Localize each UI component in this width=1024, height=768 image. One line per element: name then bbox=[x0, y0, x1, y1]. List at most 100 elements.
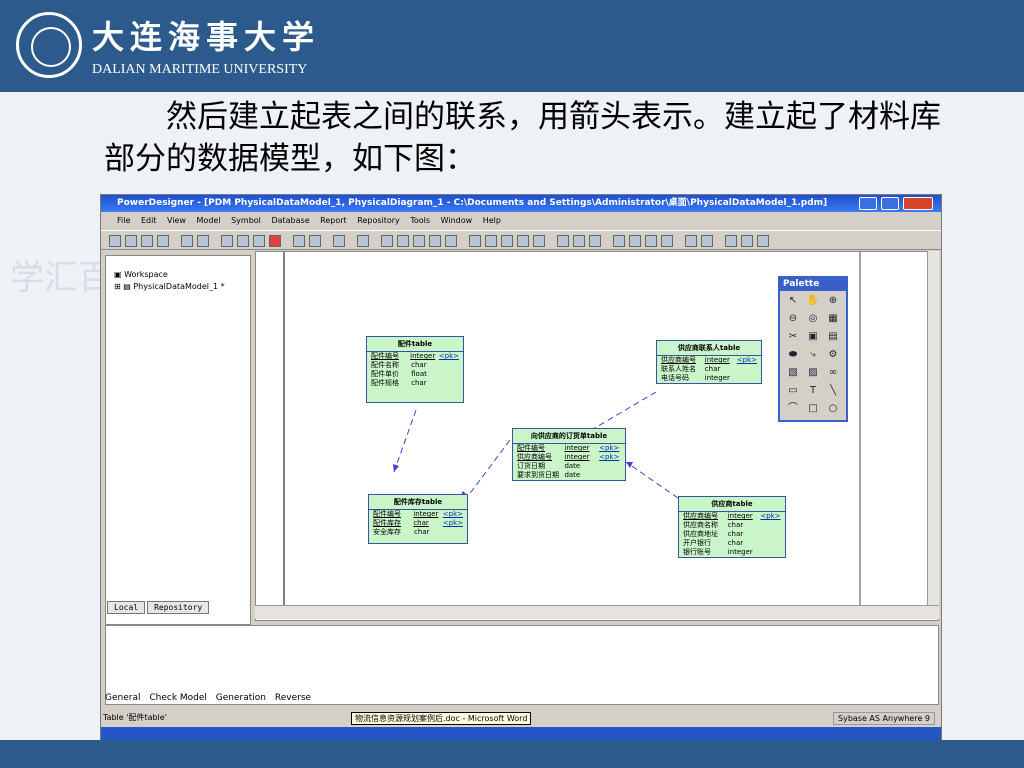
check-model-icon[interactable] bbox=[357, 235, 369, 247]
view-icon[interactable] bbox=[469, 235, 481, 247]
table-t5[interactable]: 供应商table 供应商编号 integer <pk> 供应商名称 char 供应商地… bbox=[678, 496, 786, 558]
hand-icon[interactable]: ✋ bbox=[806, 294, 820, 308]
zoom-out-icon[interactable]: ⊖ bbox=[786, 312, 800, 326]
redo-icon[interactable] bbox=[309, 235, 321, 247]
tree-workspace[interactable]: ▣ Workspace bbox=[114, 270, 168, 279]
package-icon[interactable]: ▣ bbox=[806, 330, 820, 344]
edit-icon[interactable] bbox=[381, 235, 393, 247]
undo-icon[interactable] bbox=[293, 235, 305, 247]
ellipse-icon[interactable]: ○ bbox=[826, 402, 840, 416]
table-row: 供应商地址 char bbox=[683, 530, 744, 538]
layout2-icon[interactable] bbox=[629, 235, 641, 247]
tab-generation[interactable]: Generation bbox=[216, 693, 266, 703]
palette-title: Palette bbox=[780, 278, 846, 291]
diagram-canvas[interactable]: 配件table 配件编号 integer <pk> 配件名称 char 配件单价 flo… bbox=[255, 251, 939, 621]
menu-report[interactable]: Report bbox=[320, 216, 347, 225]
window1-icon[interactable] bbox=[685, 235, 697, 247]
menu-window[interactable]: Window bbox=[441, 216, 473, 225]
view-icon[interactable]: ⬬ bbox=[786, 348, 800, 362]
text-icon[interactable] bbox=[485, 235, 497, 247]
delete-icon[interactable] bbox=[269, 235, 281, 247]
refresh-icon[interactable] bbox=[589, 235, 601, 247]
tab-check-model[interactable]: Check Model bbox=[149, 693, 207, 703]
procedure-icon[interactable]: ⚙ bbox=[826, 348, 840, 362]
vertical-scrollbar[interactable] bbox=[927, 251, 939, 605]
pen-icon[interactable] bbox=[501, 235, 513, 247]
fill-icon[interactable] bbox=[517, 235, 529, 247]
copy-icon[interactable] bbox=[237, 235, 249, 247]
menu-symbol[interactable]: Symbol bbox=[231, 216, 261, 225]
open-icon[interactable] bbox=[125, 235, 137, 247]
table-t2[interactable]: 供应商联系人table 供应商编号 integer <pk> 联系人姓名 char 电… bbox=[656, 340, 762, 384]
new-icon[interactable] bbox=[109, 235, 121, 247]
tab-general[interactable]: General bbox=[105, 693, 140, 703]
menu-model[interactable]: Model bbox=[197, 216, 221, 225]
window-titlebar[interactable]: PowerDesigner - [PDM PhysicalDataModel_1… bbox=[101, 195, 941, 212]
save-icon[interactable] bbox=[141, 235, 153, 247]
table-icon[interactable]: ▤ bbox=[826, 330, 840, 344]
cut-icon[interactable] bbox=[221, 235, 233, 247]
file-icon[interactable]: ▧ bbox=[786, 366, 800, 380]
window5-icon[interactable] bbox=[757, 235, 769, 247]
menu-help[interactable]: Help bbox=[483, 216, 501, 225]
taskbar[interactable] bbox=[101, 727, 941, 741]
pointer-icon[interactable]: ↖ bbox=[786, 294, 800, 308]
maximize-button[interactable] bbox=[881, 197, 899, 210]
layout3-icon[interactable] bbox=[645, 235, 657, 247]
table-icon[interactable] bbox=[397, 235, 409, 247]
tree-model[interactable]: ⊞ ▤ PhysicalDataModel_1 * bbox=[114, 282, 225, 291]
zoom-in-icon[interactable] bbox=[557, 235, 569, 247]
paste-icon[interactable] bbox=[253, 235, 265, 247]
horizontal-scrollbar[interactable] bbox=[255, 605, 939, 619]
rectangle-icon[interactable]: □ bbox=[806, 402, 820, 416]
menu-database[interactable]: Database bbox=[271, 216, 309, 225]
layout4-icon[interactable] bbox=[661, 235, 673, 247]
menu-repository[interactable]: Repository bbox=[357, 216, 400, 225]
table-t3[interactable]: 向供应商的订货单table 配件编号 integer <pk> 供应商编号 integ… bbox=[512, 428, 626, 481]
zoom-out-icon[interactable] bbox=[573, 235, 585, 247]
verify-icon[interactable] bbox=[445, 235, 457, 247]
tab-repository[interactable]: Repository bbox=[147, 601, 210, 614]
status-text: Table '配件table' bbox=[103, 713, 167, 722]
menu-edit[interactable]: Edit bbox=[141, 216, 157, 225]
reference-line bbox=[393, 409, 417, 473]
table-t1[interactable]: 配件table 配件编号 integer <pk> 配件名称 char 配件单价 flo… bbox=[366, 336, 464, 403]
image-icon[interactable]: ▨ bbox=[806, 366, 820, 380]
reference-icon[interactable]: ⤷ bbox=[806, 348, 820, 362]
table-row: 供应商编号 integer <pk> bbox=[661, 356, 757, 364]
zoom-icon[interactable]: ◎ bbox=[806, 312, 820, 326]
table-row: 联系人姓名 char bbox=[661, 365, 721, 373]
zoom-in-icon[interactable]: ⊕ bbox=[826, 294, 840, 308]
menu-view[interactable]: View bbox=[167, 216, 186, 225]
slide-footer bbox=[0, 740, 1024, 768]
text-icon[interactable]: T bbox=[806, 384, 820, 398]
close-button[interactable] bbox=[903, 197, 933, 210]
palette-panel[interactable]: Palette ↖ ✋ ⊕ ⊖ ◎ ▦ ✂ ▣ ▤ ⬬ ⤷ ⚙ ▧ ▨ ∞ ▭ … bbox=[778, 276, 848, 422]
link-icon[interactable]: ∞ bbox=[826, 366, 840, 380]
window4-icon[interactable] bbox=[741, 235, 753, 247]
print-preview-icon[interactable] bbox=[181, 235, 193, 247]
arc-icon[interactable]: ⌒ bbox=[786, 402, 800, 416]
object-browser: ▣ Workspace ⊞ ▤ PhysicalDataModel_1 * bbox=[105, 255, 251, 625]
tab-reverse[interactable]: Reverse bbox=[275, 693, 311, 703]
layout1-icon[interactable] bbox=[613, 235, 625, 247]
window-title: PowerDesigner - [PDM PhysicalDataModel_1… bbox=[117, 198, 828, 208]
window3-icon[interactable] bbox=[725, 235, 737, 247]
menu-tools[interactable]: Tools bbox=[410, 216, 430, 225]
reference-icon[interactable] bbox=[413, 235, 425, 247]
properties-icon[interactable]: ▦ bbox=[826, 312, 840, 326]
minimize-button[interactable] bbox=[859, 197, 877, 210]
generate-icon[interactable] bbox=[429, 235, 441, 247]
table-t4[interactable]: 配件库存table 配件编号 integer <pk> 配件库存 char <pk> 安… bbox=[368, 494, 468, 544]
save-all-icon[interactable] bbox=[157, 235, 169, 247]
delete-icon[interactable]: ✂ bbox=[786, 330, 800, 344]
text-box-icon[interactable]: ▭ bbox=[786, 384, 800, 398]
properties-icon[interactable] bbox=[333, 235, 345, 247]
menu-file[interactable]: File bbox=[117, 216, 130, 225]
table-row: 配件编号 integer <pk> bbox=[373, 510, 463, 518]
window2-icon[interactable] bbox=[701, 235, 713, 247]
line-icon[interactable]: ╲ bbox=[826, 384, 840, 398]
print-icon[interactable] bbox=[197, 235, 209, 247]
font-icon[interactable] bbox=[533, 235, 545, 247]
tab-local[interactable]: Local bbox=[107, 601, 146, 614]
